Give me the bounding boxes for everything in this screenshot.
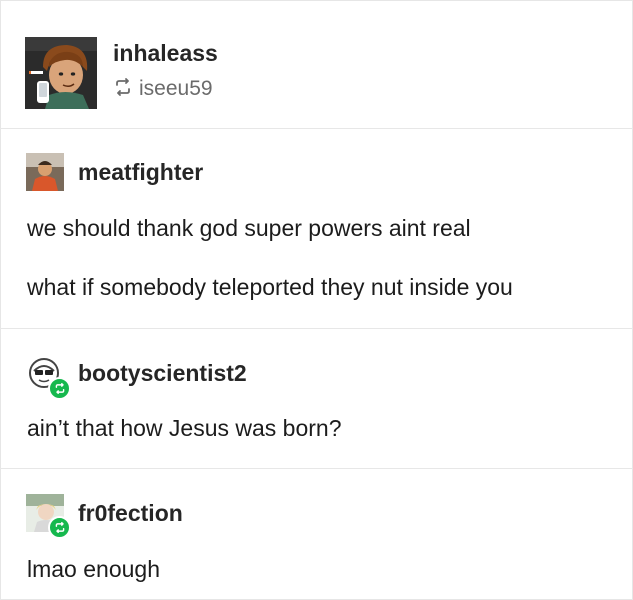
avatar[interactable] <box>26 153 64 191</box>
blog-username[interactable]: inhaleass <box>113 40 218 67</box>
divider <box>0 128 633 129</box>
reblog-icon <box>55 383 64 394</box>
avatar[interactable] <box>26 494 71 539</box>
divider <box>0 328 633 329</box>
avatar-image-icon <box>26 153 64 191</box>
avatar[interactable] <box>26 355 71 400</box>
post-username[interactable]: bootyscientist2 <box>78 360 247 387</box>
reblog-source-username[interactable]: iseeu59 <box>139 77 213 101</box>
post-text: ain’t that how Jesus was born? <box>27 415 342 441</box>
reblog-badge <box>48 516 71 539</box>
post-text: we should thank god super powers aint re… <box>27 215 471 241</box>
cartoon-avatar-icon <box>25 37 97 109</box>
divider <box>0 468 633 469</box>
post-text: lmao enough <box>27 556 160 582</box>
reblog-icon <box>113 77 133 101</box>
reblog-icon <box>55 522 64 533</box>
reblog-source[interactable]: iseeu59 <box>113 76 213 102</box>
reblog-badge <box>48 377 71 400</box>
post-username[interactable]: fr0fection <box>78 500 183 527</box>
post-text: what if somebody teleported they nut ins… <box>27 274 513 300</box>
avatar[interactable] <box>25 37 97 109</box>
post-username[interactable]: meatfighter <box>78 159 203 186</box>
